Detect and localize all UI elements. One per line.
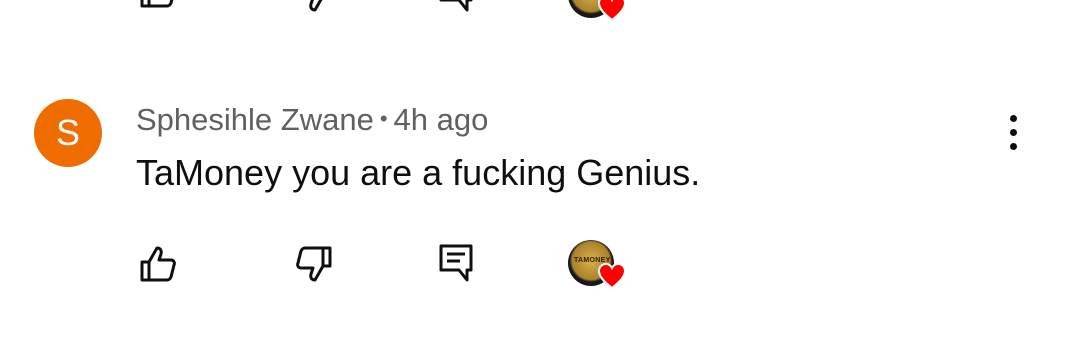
more-dot xyxy=(1009,128,1017,136)
previous-reply-button[interactable] xyxy=(428,0,484,20)
thumbs-up-icon xyxy=(140,246,176,282)
creator-heart-badge: TAMONEY xyxy=(568,240,630,296)
previous-like-button[interactable] xyxy=(130,0,186,18)
more-options-button[interactable] xyxy=(986,104,1040,160)
more-dot xyxy=(1009,114,1017,122)
meta-separator: • xyxy=(379,106,388,131)
reply-button[interactable] xyxy=(428,234,484,290)
comment-reply-icon xyxy=(439,244,473,282)
like-button[interactable] xyxy=(130,236,186,292)
previous-dislike-button[interactable] xyxy=(286,0,342,22)
comment-meta: Sphesihle Zwane • 4h ago xyxy=(136,100,488,139)
comment-body: TaMoney you are a fucking Genius. xyxy=(136,152,701,193)
author-name[interactable]: Sphesihle Zwane xyxy=(136,102,374,137)
heart-icon xyxy=(598,263,626,289)
author-avatar[interactable]: S xyxy=(34,99,102,167)
thumbs-down-icon xyxy=(309,0,323,12)
dislike-button[interactable] xyxy=(286,236,342,292)
previous-creator-heart xyxy=(568,0,630,28)
author-initial: S xyxy=(55,112,80,153)
heart-icon xyxy=(598,0,626,21)
more-dot xyxy=(1009,142,1017,150)
comment-reply-icon xyxy=(439,0,473,12)
thumbs-up-icon xyxy=(140,0,174,8)
comment-timestamp: 4h ago xyxy=(393,102,489,137)
previous-comment-actions xyxy=(0,0,1080,30)
thumbs-down-icon xyxy=(296,246,332,282)
